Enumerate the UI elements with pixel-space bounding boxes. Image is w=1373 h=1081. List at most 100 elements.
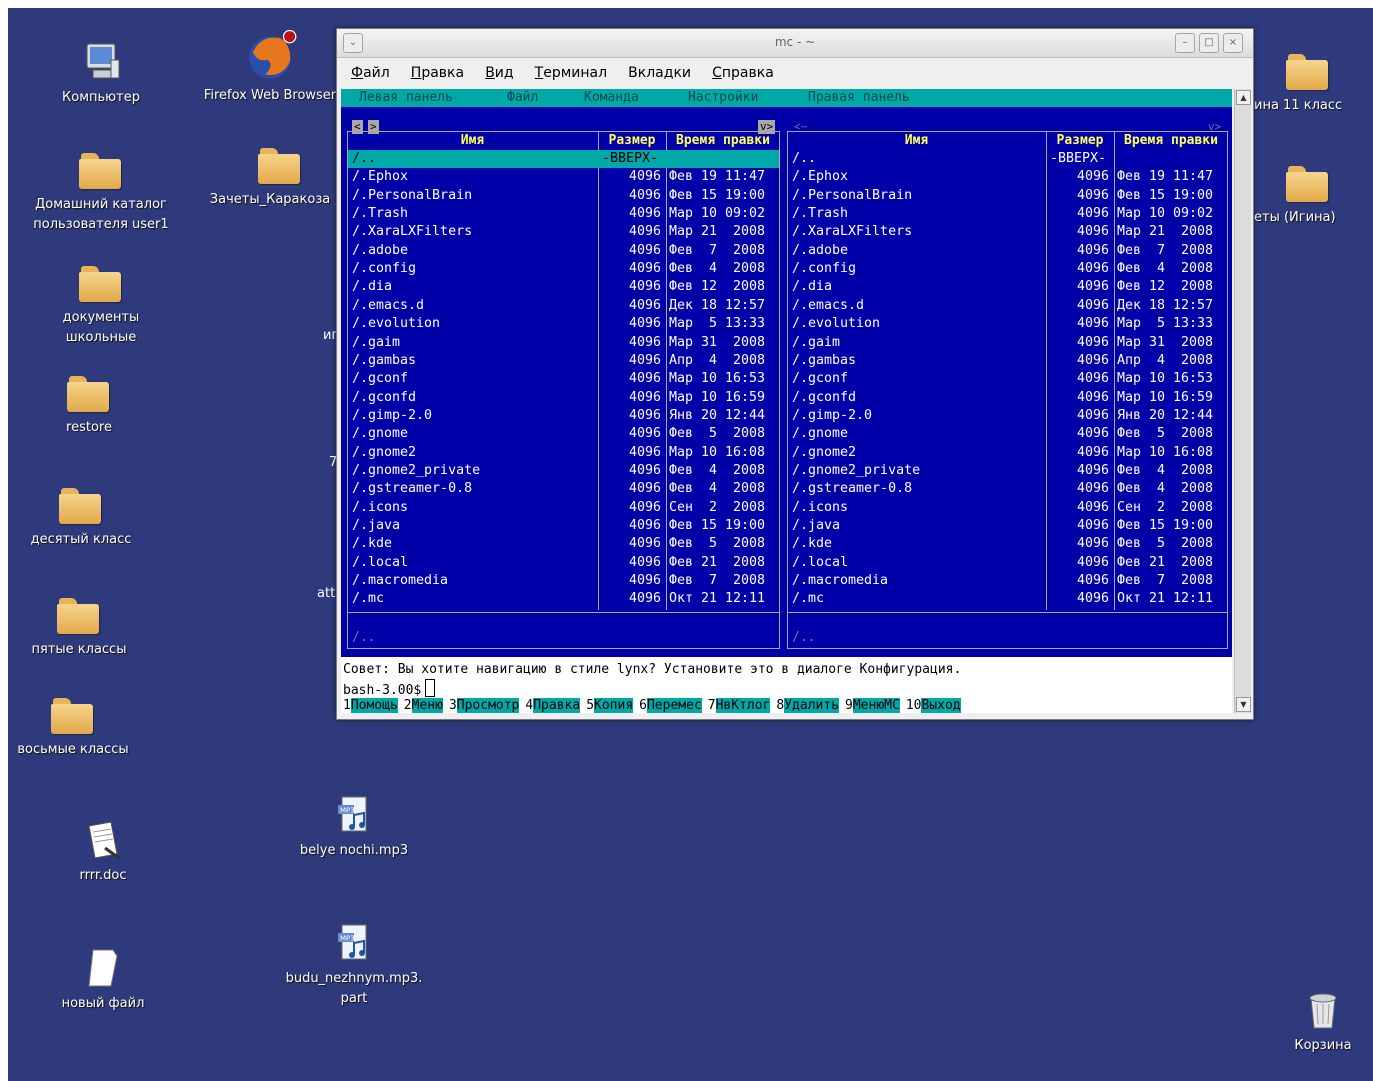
file-row[interactable]: /.gaim 4096 Мар 31 2008: [788, 334, 1227, 352]
column-size-header[interactable]: Размер: [1047, 132, 1113, 150]
file-row[interactable]: /.mc 4096 Окт 21 12:11: [348, 590, 779, 608]
file-row[interactable]: /.gnome2 4096 Мар 10 16:08: [348, 444, 779, 462]
terminal-area[interactable]: Левая панель Файл Команда Настройки Прав…: [341, 89, 1232, 713]
scroll-up-icon[interactable]: ▲: [1236, 90, 1251, 105]
file-row[interactable]: /.gstreamer-0.8 4096 Фев 4 2008: [788, 480, 1227, 498]
close-button[interactable]: ×: [1223, 33, 1243, 53]
file-row[interactable]: /.java 4096 Фев 15 19:00: [788, 517, 1227, 535]
desktop-icon-igina[interactable]: еты (Игина): [1248, 164, 1368, 228]
file-row[interactable]: /.gambas 4096 Апр 4 2008: [348, 352, 779, 370]
fkey-9[interactable]: 9МенюМС: [845, 697, 900, 715]
file-row-parent[interactable]: /.. -ВВЕРХ-: [348, 150, 779, 168]
fkey-10[interactable]: 10Выход: [906, 697, 961, 715]
file-row[interactable]: /.dia 4096 Фев 12 2008: [348, 278, 779, 296]
left-panel[interactable]: < > v> Имя Размер Время правки /.. -ВВЕРХ…: [347, 120, 780, 649]
file-row[interactable]: /.local 4096 Фев 21 2008: [788, 554, 1227, 572]
fkey-5[interactable]: 5Копия: [586, 697, 634, 715]
file-row[interactable]: /.gnome2 4096 Мар 10 16:08: [788, 444, 1227, 462]
file-row[interactable]: /.config 4096 Фев 4 2008: [788, 260, 1227, 278]
mc-menu-file[interactable]: Файл: [507, 89, 538, 107]
mc-menu-command[interactable]: Команда: [584, 89, 639, 107]
file-row[interactable]: /.gnome 4096 Фев 5 2008: [788, 425, 1227, 443]
file-row[interactable]: /.gnome2_private 4096 Фев 4 2008: [788, 462, 1227, 480]
desktop-icon-tenth-class[interactable]: десятый класс: [8, 486, 156, 550]
file-row[interactable]: /.gconfd 4096 Мар 10 16:59: [788, 389, 1227, 407]
fkey-1[interactable]: 1Помощь: [343, 697, 398, 715]
column-name-header[interactable]: Имя: [348, 132, 597, 150]
file-row[interactable]: /.adobe 4096 Фев 7 2008: [348, 242, 779, 260]
file-row[interactable]: /.dia 4096 Фев 12 2008: [788, 278, 1227, 296]
file-row[interactable]: /.java 4096 Фев 15 19:00: [348, 517, 779, 535]
file-row[interactable]: /.kde 4096 Фев 5 2008: [348, 535, 779, 553]
file-row[interactable]: /.gconf 4096 Мар 10 16:53: [788, 370, 1227, 388]
file-row[interactable]: /.emacs.d 4096 Дек 18 12:57: [348, 297, 779, 315]
file-row[interactable]: /.gaim 4096 Мар 31 2008: [348, 334, 779, 352]
file-row[interactable]: /.XaraLXFilters 4096 Мар 21 2008: [348, 223, 779, 241]
menu-edit[interactable]: Правка: [411, 58, 464, 88]
mc-menu-right-panel[interactable]: Правая панель: [808, 89, 910, 107]
mc-menu-left-panel[interactable]: Левая панель: [359, 89, 453, 107]
scroll-down-icon[interactable]: ▼: [1236, 697, 1251, 712]
file-row[interactable]: /.macromedia 4096 Фев 7 2008: [788, 572, 1227, 590]
desktop-icon-rrrr-doc[interactable]: rrrr.doc: [28, 818, 178, 886]
desktop-icon-new-file[interactable]: новый файл: [28, 946, 178, 1014]
desktop-icon-home[interactable]: Домашний каталог пользователя user1: [26, 151, 176, 235]
file-row[interactable]: /.Trash 4096 Мар 10 09:02: [348, 205, 779, 223]
fkey-8[interactable]: 8Удалить: [776, 697, 840, 715]
desktop-icon-computer[interactable]: Компьютер: [26, 40, 176, 108]
file-row[interactable]: /.Ephox 4096 Фев 19 11:47: [348, 168, 779, 186]
maximize-button[interactable]: □: [1199, 33, 1219, 53]
desktop-icon-school-docs[interactable]: документы школьные: [26, 264, 176, 348]
file-row[interactable]: /.gconfd 4096 Мар 10 16:59: [348, 389, 779, 407]
file-row[interactable]: /.PersonalBrain 4096 Фев 15 19:00: [348, 187, 779, 205]
file-row[interactable]: /.gambas 4096 Апр 4 2008: [788, 352, 1227, 370]
desktop-icon-firefox[interactable]: Firefox Web Browser: [195, 28, 345, 106]
file-row[interactable]: /.gnome 4096 Фев 5 2008: [348, 425, 779, 443]
file-row[interactable]: /.icons 4096 Сен 2 2008: [348, 499, 779, 517]
column-time-header[interactable]: Время правки: [1115, 132, 1227, 150]
fkey-7[interactable]: 7НвКтлог: [708, 697, 771, 715]
file-row[interactable]: /.XaraLXFilters 4096 Мар 21 2008: [788, 223, 1227, 241]
file-row[interactable]: /.Ephox 4096 Фев 19 11:47: [788, 168, 1227, 186]
mc-menu-options[interactable]: Настройки: [688, 89, 758, 107]
desktop-icon-eighth-classes[interactable]: восьмые классы: [8, 696, 148, 760]
desktop-icon-budu-nezhnym[interactable]: MP3 budu_nezhnym.mp3.part: [279, 921, 429, 1009]
file-row[interactable]: /.gimp-2.0 4096 Янв 20 12:44: [348, 407, 779, 425]
menu-view[interactable]: Вид: [485, 58, 513, 88]
menu-terminal[interactable]: Терминал: [535, 58, 607, 88]
file-row[interactable]: /.adobe 4096 Фев 7 2008: [788, 242, 1227, 260]
file-row[interactable]: /.Trash 4096 Мар 10 09:02: [788, 205, 1227, 223]
file-row-parent[interactable]: /.. -ВВЕРХ-: [788, 150, 1227, 168]
file-row[interactable]: /.evolution 4096 Мар 5 13:33: [788, 315, 1227, 333]
menu-file[interactable]: Файл: [351, 58, 390, 88]
file-row[interactable]: /.gnome2_private 4096 Фев 4 2008: [348, 462, 779, 480]
menu-help[interactable]: Справка: [712, 58, 774, 88]
column-time-header[interactable]: Время правки: [667, 132, 779, 150]
fkey-4[interactable]: 4Правка: [525, 697, 581, 715]
file-row[interactable]: /.icons 4096 Сен 2 2008: [788, 499, 1227, 517]
desktop-icon-trash[interactable]: Корзина: [1248, 988, 1373, 1056]
file-row[interactable]: /.evolution 4096 Мар 5 13:33: [348, 315, 779, 333]
column-size-header[interactable]: Размер: [599, 132, 665, 150]
file-row[interactable]: /.local 4096 Фев 21 2008: [348, 554, 779, 572]
desktop-icon-11-class[interactable]: ина 11 класс: [1248, 52, 1368, 116]
file-row[interactable]: /.mc 4096 Окт 21 12:11: [788, 590, 1227, 608]
file-row[interactable]: /.gconf 4096 Мар 10 16:53: [348, 370, 779, 388]
file-row[interactable]: /.macromedia 4096 Фев 7 2008: [348, 572, 779, 590]
file-row[interactable]: /.config 4096 Фев 4 2008: [348, 260, 779, 278]
terminal-scrollbar[interactable]: ▲ ▼: [1234, 89, 1251, 713]
fkey-2[interactable]: 2Меню: [404, 697, 443, 715]
file-row[interactable]: /.emacs.d 4096 Дек 18 12:57: [788, 297, 1227, 315]
desktop-icon-zachety[interactable]: Зачеты_Каракоза: [205, 146, 355, 210]
column-name-header[interactable]: Имя: [788, 132, 1045, 150]
minimize-button[interactable]: –: [1175, 33, 1195, 53]
desktop-icon-fifth-classes[interactable]: пятые классы: [8, 596, 154, 660]
fkey-3[interactable]: 3Просмотр: [449, 697, 520, 715]
file-row[interactable]: /.kde 4096 Фев 5 2008: [788, 535, 1227, 553]
menu-tabs[interactable]: Вкладки: [628, 58, 691, 88]
desktop-icon-belye-nochi[interactable]: MP3 belye nochi.mp3: [279, 793, 429, 861]
file-row[interactable]: /.gstreamer-0.8 4096 Фев 4 2008: [348, 480, 779, 498]
desktop-icon-restore[interactable]: restore: [14, 374, 164, 438]
right-panel[interactable]: <~ v> Имя Размер Время правки /.. -ВВЕРХ-…: [787, 120, 1228, 649]
file-row[interactable]: /.PersonalBrain 4096 Фев 15 19:00: [788, 187, 1227, 205]
